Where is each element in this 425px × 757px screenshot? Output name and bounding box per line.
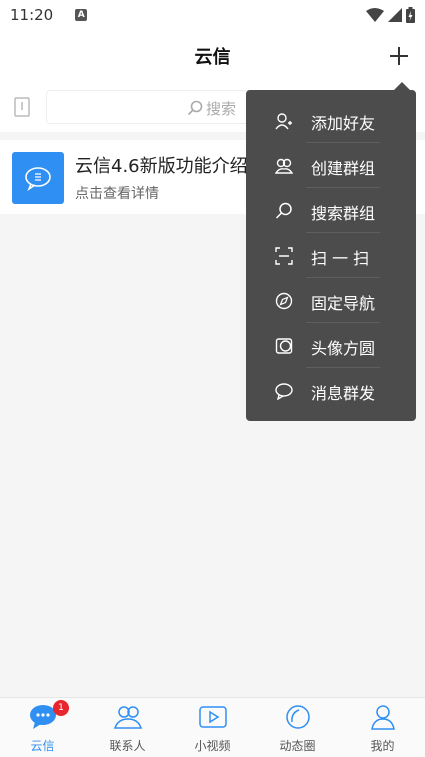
signal-icon: [388, 8, 402, 22]
status-bar: 11:20 A: [0, 0, 425, 30]
bottom-nav: 1 云信 联系人 小视频 动态圈 我的: [0, 697, 425, 757]
menu-label: 搜索群组: [311, 204, 376, 223]
nav-label: 小视频: [194, 739, 231, 753]
search-placeholder-wrap: 搜索: [187, 91, 236, 125]
menu-label: 扫 一 扫: [311, 249, 370, 268]
avatar-shape-icon: [274, 337, 294, 355]
search-icon: [187, 100, 203, 116]
menu-label: 头像方圆: [311, 339, 376, 358]
menu-item-search-group[interactable]: 搜索群组: [246, 188, 416, 233]
menu-label: 固定导航: [311, 294, 376, 313]
nav-item-contacts[interactable]: 联系人: [85, 698, 170, 757]
chat-bubble-icon: [25, 167, 51, 191]
menu-label: 创建群组: [311, 159, 376, 178]
wifi-icon: [366, 8, 384, 22]
video-icon: [198, 704, 228, 730]
menu-item-broadcast[interactable]: 消息群发: [246, 368, 416, 413]
file-icon[interactable]: [14, 97, 30, 117]
battery-icon: [406, 7, 415, 23]
profile-icon: [368, 704, 398, 730]
menu-label: 添加好友: [311, 114, 376, 133]
scan-icon: [274, 247, 294, 265]
unread-badge: 1: [53, 700, 69, 716]
page-title: 云信: [194, 47, 231, 68]
nav-item-short-video[interactable]: 小视频: [170, 698, 255, 757]
menu-item-add-friend[interactable]: 添加好友: [246, 98, 416, 143]
notification-a-icon: A: [75, 9, 88, 21]
chat-bubble-icon: [274, 382, 294, 400]
create-group-icon: [274, 157, 294, 175]
nav-label: 联系人: [109, 739, 146, 753]
menu-item-scan[interactable]: 扫 一 扫: [246, 233, 416, 278]
status-time: 11:20: [10, 6, 54, 24]
menu-item-fixed-nav[interactable]: 固定导航: [246, 278, 416, 323]
popup-arrow: [394, 82, 410, 90]
conversation-avatar: [12, 152, 64, 204]
nav-item-yunxin[interactable]: 1 云信: [0, 698, 85, 757]
compass-icon: [274, 292, 294, 310]
title-bar: 云信: [0, 30, 425, 82]
search-icon: [274, 202, 294, 220]
nav-label: 云信: [30, 739, 55, 753]
conversation-title: 云信4.6新版功能介绍: [75, 156, 248, 177]
add-button[interactable]: [385, 42, 413, 70]
add-friend-icon: [274, 112, 294, 130]
status-indicators: [366, 7, 415, 23]
nav-label: 我的: [370, 739, 395, 753]
contacts-icon: [113, 704, 143, 730]
menu-label: 消息群发: [311, 384, 376, 403]
search-placeholder: 搜索: [206, 99, 237, 118]
menu-item-create-group[interactable]: 创建群组: [246, 143, 416, 188]
popup-menu: 添加好友 创建群组 搜索群组 扫 一 扫 固定导航 头像方圆 消息群发: [246, 82, 416, 421]
conversation-subtitle: 点击查看详情: [75, 186, 159, 202]
nav-item-moments[interactable]: 动态圈: [255, 698, 340, 757]
nav-item-mine[interactable]: 我的: [340, 698, 425, 757]
moments-icon: [283, 704, 313, 730]
menu-item-avatar-shape[interactable]: 头像方圆: [246, 323, 416, 368]
plus-icon: [390, 47, 408, 65]
nav-label: 动态圈: [279, 739, 316, 753]
